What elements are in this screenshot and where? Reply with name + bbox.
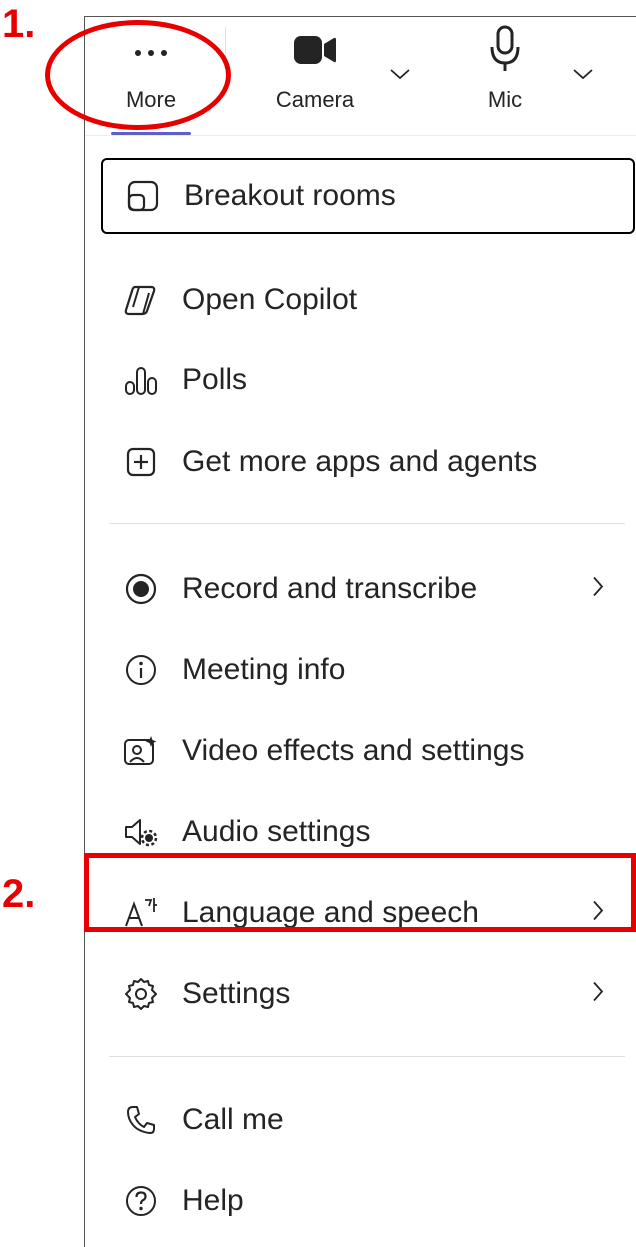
menu-item-settings[interactable]: Settings	[101, 956, 635, 1032]
step-2-highlight-rectangle	[84, 853, 636, 932]
menu-item-label: Get more apps and agents	[182, 445, 538, 478]
mic-button[interactable]: Mic	[455, 17, 555, 135]
polls-icon	[123, 362, 159, 398]
mic-options-chevron-down-icon[interactable]	[572, 67, 594, 86]
chevron-right-icon	[591, 575, 605, 604]
menu-item-label: Audio settings	[182, 815, 371, 848]
menu-item-label: Help	[182, 1184, 244, 1217]
step-2-label: 2.	[2, 872, 36, 916]
menu-item-label: Polls	[182, 363, 248, 396]
menu-item-label: Open Copilot	[182, 283, 358, 316]
menu-item-meeting-info[interactable]: Meeting info	[101, 632, 635, 708]
help-icon	[123, 1183, 159, 1219]
menu-item-video-effects[interactable]: Video effects and settings	[101, 713, 635, 789]
menu-item-label: Record and transcribe	[182, 572, 478, 605]
menu-item-label: Meeting info	[182, 653, 346, 686]
audio-settings-icon	[123, 814, 159, 850]
camera-icon	[293, 33, 337, 72]
camera-button[interactable]: Camera	[245, 17, 385, 135]
chevron-right-icon	[591, 980, 605, 1009]
menu-divider	[109, 1056, 625, 1057]
menu-item-open-copilot[interactable]: Open Copilot	[101, 262, 635, 338]
video-effects-icon	[123, 733, 159, 769]
menu-item-label: Settings	[182, 977, 291, 1010]
menu-item-call-me[interactable]: Call me	[101, 1082, 635, 1158]
menu-item-label: Breakout rooms	[184, 179, 396, 212]
step-1-label: 1.	[2, 2, 36, 46]
record-icon	[123, 571, 159, 607]
copilot-icon	[123, 282, 159, 318]
gear-icon	[123, 976, 159, 1012]
phone-icon	[123, 1102, 159, 1138]
menu-item-label: Video effects and settings	[182, 734, 525, 767]
mic-label: Mic	[487, 87, 523, 112]
info-icon	[123, 652, 159, 688]
breakout-rooms-icon	[125, 178, 161, 214]
mic-icon	[488, 25, 522, 78]
menu-item-get-more-apps[interactable]: Get more apps and agents	[101, 424, 635, 500]
menu-item-breakout-rooms[interactable]: Breakout rooms	[101, 158, 635, 234]
camera-options-chevron-down-icon[interactable]	[389, 67, 411, 86]
add-app-icon	[123, 444, 159, 480]
toolbar-divider	[85, 135, 636, 136]
menu-item-label: Call me	[182, 1103, 284, 1136]
menu-item-polls[interactable]: Polls	[101, 342, 635, 418]
more-menu-window: More Camera Mic Breakout rooms Open Copi…	[84, 16, 636, 1247]
menu-divider	[109, 523, 625, 524]
menu-item-help[interactable]: Help	[101, 1163, 635, 1239]
camera-label: Camera	[275, 87, 355, 112]
step-1-highlight-circle	[45, 20, 231, 130]
menu-item-record-and-transcribe[interactable]: Record and transcribe	[101, 551, 635, 627]
